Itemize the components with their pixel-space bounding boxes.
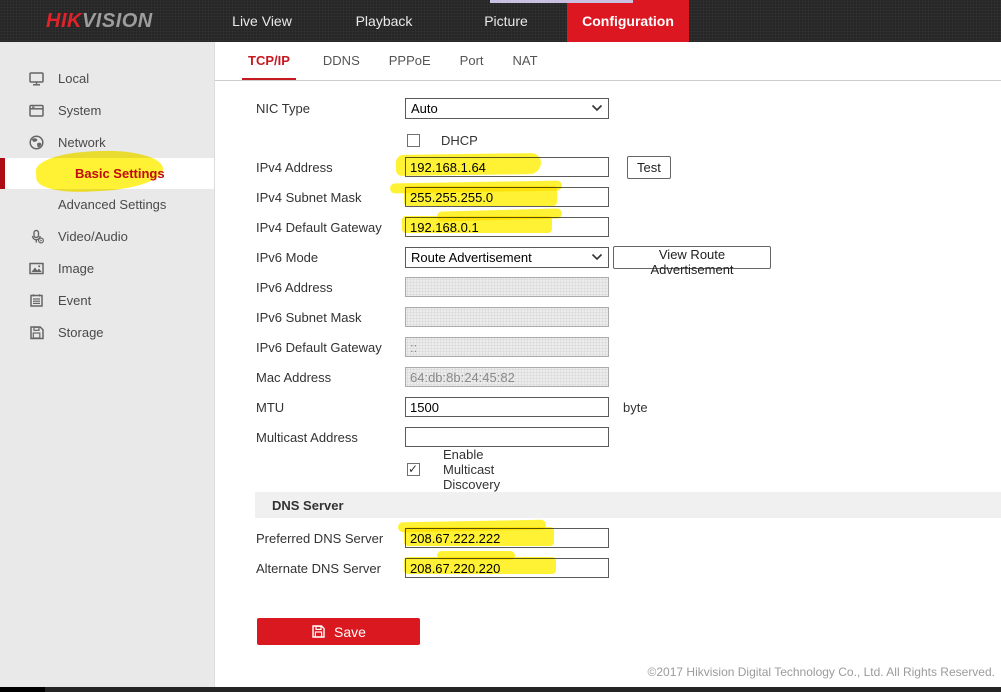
ipv6-address-input: [405, 277, 609, 297]
mtu-unit-label: byte: [623, 400, 648, 415]
ipv4-address-label: IPv4 Address: [256, 160, 404, 175]
sidebar-item-local[interactable]: Local: [0, 62, 214, 94]
ipv6-subnet-mask-label: IPv6 Subnet Mask: [256, 310, 404, 325]
logo-vision: VISION: [82, 10, 153, 32]
nav-configuration[interactable]: Configuration: [567, 0, 689, 42]
nic-type-label: NIC Type: [256, 101, 404, 116]
image-icon: [28, 260, 45, 277]
ipv6-default-gateway-label: IPv6 Default Gateway: [256, 340, 404, 355]
chevron-down-icon: [591, 104, 603, 112]
tab-tcpip[interactable]: TCP/IP: [242, 42, 296, 80]
mtu-input[interactable]: [405, 397, 609, 417]
tcpip-settings-panel: TCP/IP DDNS PPPoE Port NAT NIC Type Auto…: [215, 42, 1001, 687]
ipv4-subnet-mask-input[interactable]: [405, 187, 609, 207]
sidebar-item-network[interactable]: Network: [0, 126, 214, 158]
storage-icon: [28, 324, 45, 341]
tab-nat[interactable]: NAT: [511, 42, 540, 80]
main-nav: Live View Playback Picture Configuration: [201, 0, 689, 42]
preferred-dns-label: Preferred DNS Server: [256, 531, 404, 546]
logo-hik: HIK: [46, 10, 82, 32]
dhcp-label: DHCP: [441, 133, 478, 148]
save-label: Save: [334, 624, 366, 640]
ipv6-default-gateway-input: [405, 337, 609, 357]
dns-server-section-header: DNS Server: [255, 492, 1001, 518]
dhcp-checkbox[interactable]: [407, 134, 420, 147]
mtu-label: MTU: [256, 400, 404, 415]
save-icon: [311, 624, 326, 639]
sidebar-item-label: Event: [58, 293, 91, 308]
tab-pppoe[interactable]: PPPoE: [387, 42, 433, 80]
nav-live-view[interactable]: Live View: [201, 0, 323, 42]
multicast-address-label: Multicast Address: [256, 430, 404, 445]
ipv4-default-gateway-label: IPv4 Default Gateway: [256, 220, 404, 235]
hikvision-logo: HIKVISION: [46, 10, 153, 33]
ipv4-default-gateway-input[interactable]: [405, 217, 609, 237]
save-button[interactable]: Save: [257, 618, 420, 645]
tab-port[interactable]: Port: [458, 42, 486, 80]
sidebar-item-image[interactable]: Image: [0, 252, 214, 284]
hikvision-configuration-page: HIKVISION Live View Playback Picture Con…: [0, 0, 1001, 692]
view-route-advertisement-button[interactable]: View Route Advertisement: [613, 246, 771, 269]
sidebar-item-label: System: [58, 103, 101, 118]
copyright-footer: ©2017 Hikvision Digital Technology Co., …: [648, 665, 995, 679]
tab-ddns[interactable]: DDNS: [321, 42, 362, 80]
ipv6-subnet-mask-input: [405, 307, 609, 327]
dns-server-title: DNS Server: [255, 498, 344, 513]
settings-sidebar: Local System Network Basic Settings Adva…: [0, 42, 215, 687]
mac-address-input: [405, 367, 609, 387]
ipv4-address-input[interactable]: [405, 157, 609, 177]
window-bottom-edge-corner: [0, 687, 45, 692]
nic-type-select[interactable]: Auto: [405, 98, 609, 119]
sidebar-item-system[interactable]: System: [0, 94, 214, 126]
sidebar-item-label: Local: [58, 71, 89, 86]
sidebar-item-label: Image: [58, 261, 94, 276]
ipv6-mode-select[interactable]: Route Advertisement: [405, 247, 609, 268]
window-icon: [28, 102, 45, 119]
multicast-address-input[interactable]: [405, 427, 609, 447]
preferred-dns-input[interactable]: [405, 528, 609, 548]
sidebar-item-video-audio[interactable]: Video/Audio: [0, 220, 214, 252]
event-icon: [28, 292, 45, 309]
ipv6-mode-value: Route Advertisement: [411, 250, 532, 265]
screenshot-edge-artifact: [490, 0, 633, 3]
mac-address-label: Mac Address: [256, 370, 404, 385]
sidebar-item-event[interactable]: Event: [0, 284, 214, 316]
ipv6-mode-label: IPv6 Mode: [256, 250, 404, 265]
enable-multicast-discovery-checkbox[interactable]: [407, 463, 420, 476]
test-button[interactable]: Test: [627, 156, 671, 179]
sidebar-item-label: Video/Audio: [58, 229, 128, 244]
chevron-down-icon: [591, 253, 603, 261]
ipv6-address-label: IPv6 Address: [256, 280, 404, 295]
sidebar-item-label: Advanced Settings: [0, 197, 166, 212]
window-bottom-edge: [0, 687, 1001, 692]
nic-type-value: Auto: [411, 101, 438, 116]
ipv4-subnet-mask-label: IPv4 Subnet Mask: [256, 190, 404, 205]
sidebar-item-label: Network: [58, 135, 106, 150]
sidebar-item-label: Basic Settings: [5, 166, 165, 181]
sidebar-item-storage[interactable]: Storage: [0, 316, 214, 348]
top-navigation-bar: HIKVISION Live View Playback Picture Con…: [0, 0, 1001, 42]
nav-playback[interactable]: Playback: [323, 0, 445, 42]
alternate-dns-label: Alternate DNS Server: [256, 561, 404, 576]
enable-multicast-discovery-label: Enable Multicast Discovery: [443, 447, 500, 492]
microphone-icon: [28, 228, 45, 245]
monitor-icon: [28, 70, 45, 87]
alternate-dns-input[interactable]: [405, 558, 609, 578]
network-tabs: TCP/IP DDNS PPPoE Port NAT: [215, 42, 1001, 81]
globe-icon: [28, 134, 45, 151]
sidebar-item-basic-settings[interactable]: Basic Settings: [0, 158, 214, 189]
sidebar-item-advanced-settings[interactable]: Advanced Settings: [0, 189, 214, 220]
sidebar-item-label: Storage: [58, 325, 104, 340]
nav-picture[interactable]: Picture: [445, 0, 567, 42]
